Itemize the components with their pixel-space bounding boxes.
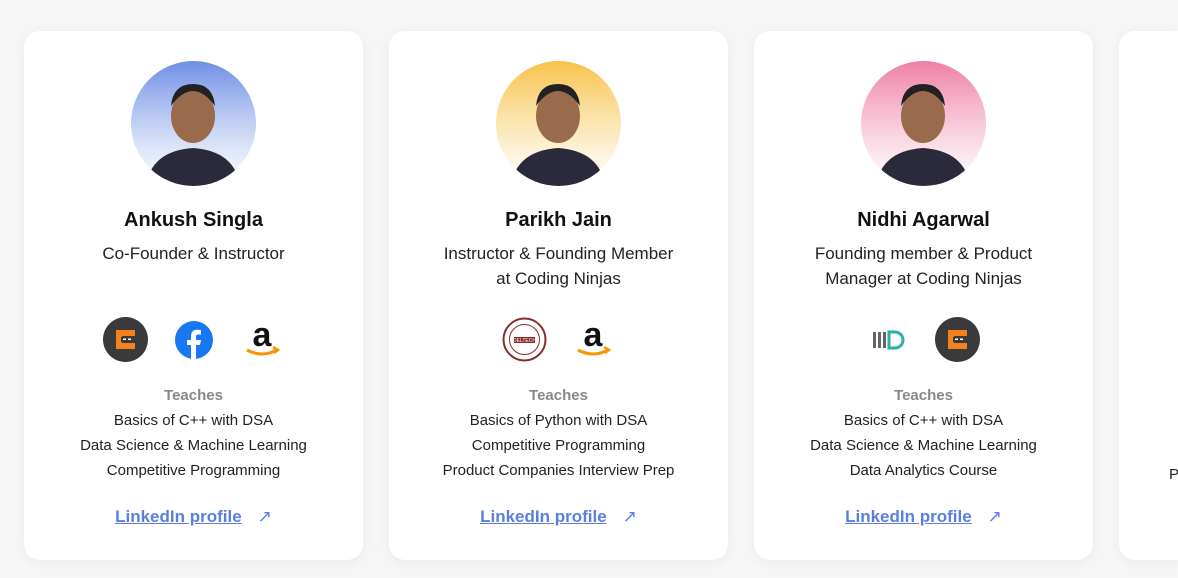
teaches-label: Teaches [894,387,953,404]
course-item: Data Science & Machine Learning [810,437,1037,454]
teaches-label: Teaches [164,387,223,404]
avatar [131,61,256,186]
course-item: Basics of Python with DSA [469,412,648,429]
svg-text:a: a [252,320,272,354]
course-list: Basics of C++ with DSA Data Science & Mac… [24,408,363,483]
instructor-role: Founding member & Product Manager at Cod… [814,244,1033,288]
avatar [861,61,986,186]
course-list: Basics of C++ with DSA Data Science & Mac… [754,408,1093,483]
company-logos: a [24,317,363,362]
amazon-icon: a [239,317,284,362]
instructor-role: Instructor & Founding Member at Coding N… [443,244,674,288]
external-arrow-icon[interactable]: ↗ [258,507,272,527]
iiitd-icon [867,317,912,362]
instructor-name: Ankush Singla [124,209,263,231]
linkedin-profile-link[interactable]: LinkedIn profile [115,507,242,526]
course-item: Basics of C++ with DSA [113,412,274,429]
teaches-label: Teaches [529,387,588,404]
coding-ninjas-icon [103,317,148,362]
course-item: Competitive Programming [106,462,281,479]
linkedin-profile-link[interactable]: LinkedIn profile [480,507,607,526]
instructor-card: Nidhi Agarwal Founding member & Product … [754,31,1093,560]
instructor-card: Parikh Jain Instructor & Founding Member… [389,31,728,560]
course-item: Basics of C++ with DSA [843,412,1004,429]
instructor-card: Ankush Singla Co-Founder & Instructor a … [24,31,363,560]
course-item: Competitive Programming [471,437,646,454]
course-item: Data Analytics Course [849,462,998,479]
deltech-icon: DELTECH [502,317,547,362]
course-item: Product Companies Interview Prep [442,462,675,479]
external-arrow-icon[interactable]: ↗ [623,507,637,527]
instructor-name: Nidhi Agarwal [857,209,990,231]
coding-ninjas-icon [935,317,980,362]
company-logos [754,317,1093,362]
instructor-role: Co-Founder & Instructor [102,244,285,263]
instructor-name: Parikh Jain [505,209,612,231]
svg-text:DELTECH: DELTECH [513,338,536,344]
avatar [496,61,621,186]
external-arrow-icon[interactable]: ↗ [988,507,1002,527]
course-list: Basics of Python with DSA Competitive Pro… [389,408,728,483]
facebook-icon [171,317,216,362]
course-item: Data Science & Machine Learning [80,437,307,454]
svg-text:a: a [583,320,603,354]
instructor-card-partial: P [1119,31,1178,560]
company-logos: DELTECH a [389,317,728,362]
linkedin-profile-link[interactable]: LinkedIn profile [845,507,972,526]
course-fragment: P [1169,466,1178,483]
amazon-icon: a [570,317,615,362]
